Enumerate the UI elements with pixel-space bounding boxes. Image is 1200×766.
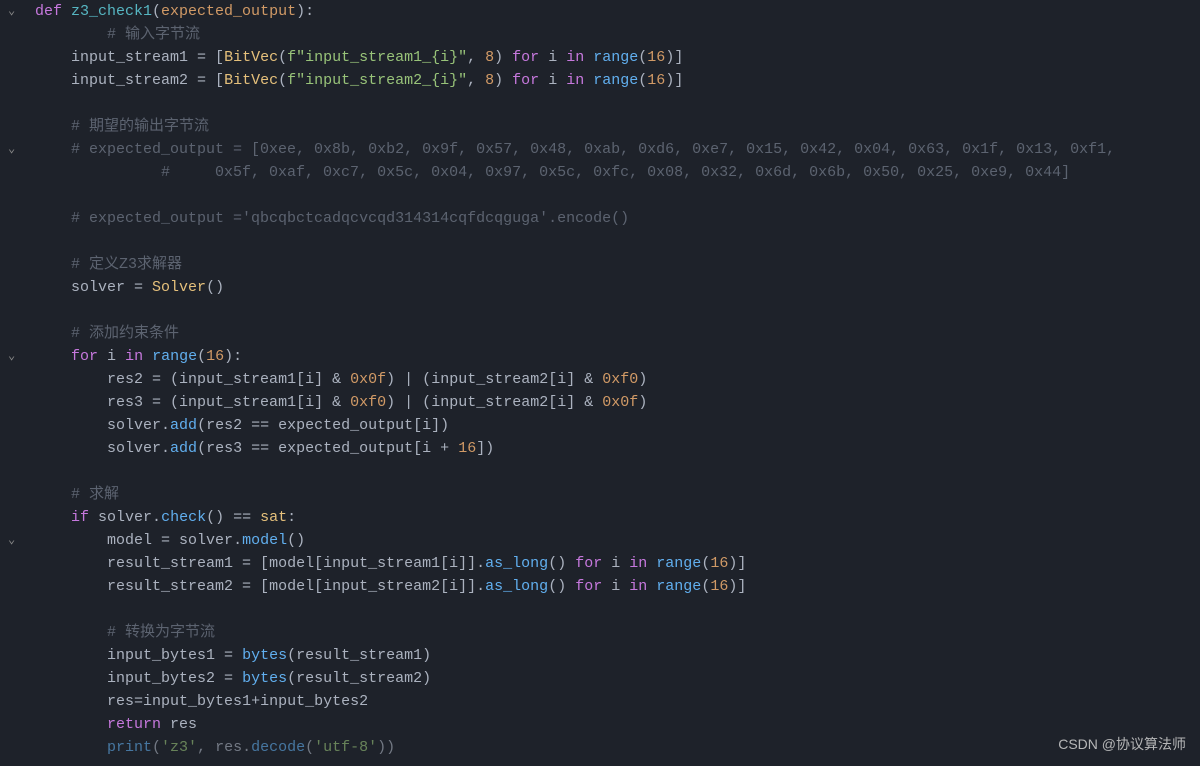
fold-marker-icon[interactable]: ⌄ [8, 0, 15, 23]
comment: # 添加约束条件 [71, 325, 179, 342]
comment: # expected_output = [0xee, 0x8b, 0xb2, 0… [71, 141, 1115, 158]
code-area[interactable]: def z3_check1(expected_output): # 输入字节流 … [30, 0, 1200, 766]
gutter: ⌄ ⌄ ⌄ ⌄ [0, 0, 30, 766]
fold-marker-icon[interactable]: ⌄ [8, 529, 15, 552]
fold-marker-icon[interactable]: ⌄ [8, 138, 15, 161]
number: 8 [485, 49, 494, 66]
comment: # 期望的输出字节流 [71, 118, 209, 135]
comment: # 定义Z3求解器 [71, 256, 182, 273]
fold-marker-icon[interactable]: ⌄ [8, 345, 15, 368]
param-name: expected_output [161, 3, 296, 20]
var: input_stream1 [71, 49, 188, 66]
comment: # 0x5f, 0xaf, 0xc7, 0x5c, 0x04, 0x97, 0x… [161, 164, 1070, 181]
call: BitVec [224, 49, 278, 66]
comment: # 转换为字节流 [107, 624, 215, 641]
comment: # 求解 [71, 486, 119, 503]
comment: # 输入字节流 [107, 26, 200, 43]
code-editor[interactable]: ⌄ ⌄ ⌄ ⌄ def z3_check1(expected_output): … [0, 0, 1200, 766]
watermark-label: CSDN @协议算法师 [1058, 733, 1186, 756]
function-name: z3_check1 [71, 3, 152, 20]
comment: # expected_output ='qbcqbctcadqcvcqd3143… [71, 210, 629, 227]
string: f"input_stream1_{i}" [287, 49, 467, 66]
